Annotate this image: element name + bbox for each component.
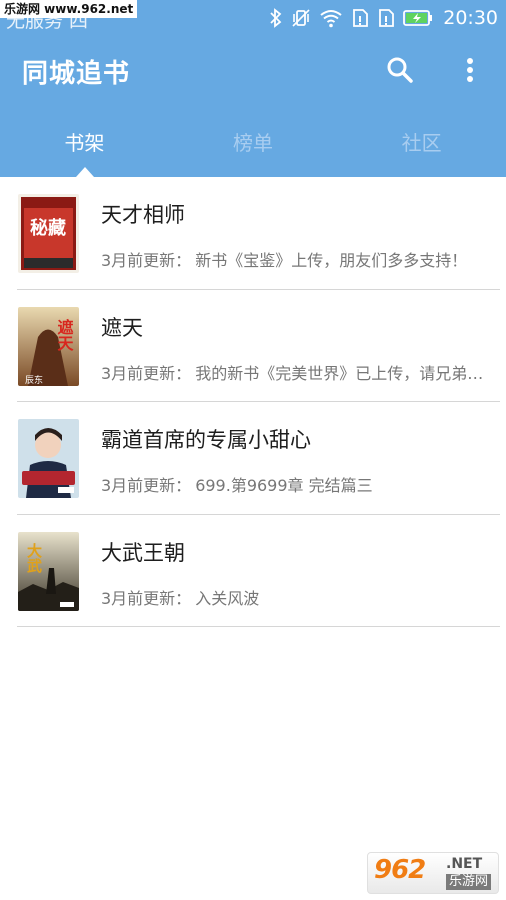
toolbar: 同城追书 bbox=[0, 36, 506, 106]
tab-community[interactable]: 社区 bbox=[337, 106, 506, 177]
latest-chapter: 新书《宝鉴》上传，朋友们多多支持！ bbox=[195, 251, 468, 270]
update-time: 3月前更新： bbox=[101, 363, 192, 383]
cover-author: 辰东 bbox=[25, 374, 43, 386]
app-bar: 无服务 四 乐游网 www.962.net 20:30 同城追书 书架 榜单 社… bbox=[0, 0, 506, 177]
book-item[interactable]: 霸道首席的专属小甜心 3月前更新： 699.第9699章 完结篇三 bbox=[0, 402, 506, 515]
book-cover: 大武 bbox=[18, 531, 79, 611]
book-cover: 秘藏 bbox=[18, 194, 79, 273]
status-icons: 20:30 bbox=[269, 5, 498, 31]
sim1-no-signal-icon bbox=[351, 8, 369, 28]
latest-chapter: 入关风波 bbox=[195, 588, 260, 608]
bluetooth-icon bbox=[269, 8, 283, 28]
update-time: 3月前更新： bbox=[101, 251, 192, 270]
book-cover bbox=[18, 419, 79, 498]
watermark-logo: 962 .NET 乐游网 bbox=[367, 852, 499, 894]
app-title: 同城追书 bbox=[22, 59, 131, 89]
book-title: 天才相师 bbox=[101, 203, 185, 227]
book-item[interactable]: 遮天 辰东 遮天 3月前更新： 我的新书《完美世界》已上传，请兄弟们支持 bbox=[0, 290, 506, 402]
watermark-logo-number: 962 bbox=[374, 855, 426, 885]
divider bbox=[17, 626, 500, 627]
battery-charging-icon bbox=[403, 9, 433, 27]
update-time: 3月前更新： bbox=[101, 588, 192, 608]
search-icon bbox=[387, 57, 413, 83]
book-item[interactable]: 大武 大武王朝 3月前更新： 入关风波 bbox=[0, 515, 506, 627]
book-latest-update: 3月前更新： 699.第9699章 完结篇三 bbox=[101, 472, 496, 496]
book-title: 遮天 bbox=[101, 315, 143, 340]
active-tab-indicator bbox=[76, 167, 94, 177]
cover-title: 秘藏 bbox=[30, 217, 66, 239]
watermark-logo-domain: .NET bbox=[446, 856, 483, 872]
update-time: 3月前更新： bbox=[101, 476, 192, 495]
tab-rankings[interactable]: 榜单 bbox=[169, 106, 338, 177]
book-cover: 遮天 辰东 bbox=[18, 306, 79, 386]
wifi-icon bbox=[319, 8, 343, 28]
latest-chapter: 699.第9699章 完结篇三 bbox=[195, 476, 373, 495]
book-title: 大武王朝 bbox=[101, 540, 185, 565]
more-options-button[interactable] bbox=[456, 53, 484, 87]
book-latest-update: 3月前更新： 我的新书《完美世界》已上传，请兄弟们支持 bbox=[101, 360, 496, 384]
cover-title: 大武 bbox=[25, 542, 43, 574]
status-bar: 无服务 四 乐游网 www.962.net 20:30 bbox=[0, 0, 506, 36]
latest-chapter: 我的新书《完美世界》已上传，请兄弟们支持 bbox=[195, 363, 496, 383]
cover-title: 遮天 bbox=[55, 318, 74, 352]
watermark-logo-name: 乐游网 bbox=[446, 874, 492, 890]
bookshelf-list: 秘藏 天才相师 3月前更新： 新书《宝鉴》上传，朋友们多多支持！ 遮天 辰东 遮天… bbox=[0, 177, 506, 627]
book-title: 霸道首席的专属小甜心 bbox=[101, 428, 311, 452]
vibrate-icon bbox=[291, 8, 311, 28]
watermark-top: 乐游网 www.962.net bbox=[0, 0, 138, 18]
book-latest-update: 3月前更新： 入关风波 bbox=[101, 585, 496, 609]
book-item[interactable]: 秘藏 天才相师 3月前更新： 新书《宝鉴》上传，朋友们多多支持！ bbox=[0, 177, 506, 290]
book-latest-update: 3月前更新： 新书《宝鉴》上传，朋友们多多支持！ bbox=[101, 247, 496, 271]
search-button[interactable] bbox=[383, 53, 417, 87]
sim2-no-signal-icon bbox=[377, 8, 395, 28]
clock: 20:30 bbox=[443, 7, 498, 29]
more-vert-icon bbox=[467, 58, 473, 82]
